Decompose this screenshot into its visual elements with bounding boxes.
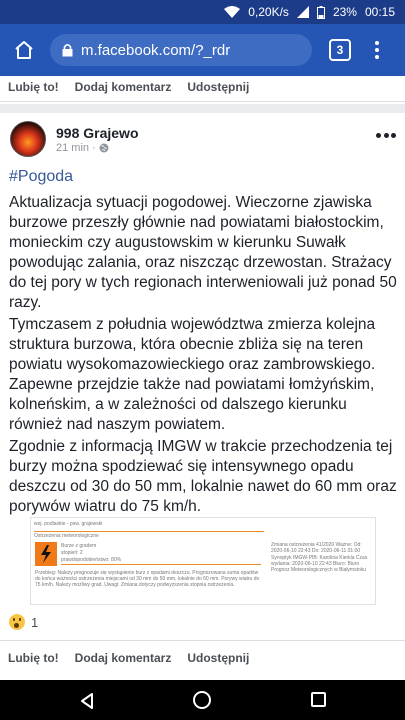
warning-region: woj. podlaskie - pow. grajewski — [34, 521, 103, 527]
comment-button[interactable]: Dodaj komentarz — [75, 80, 172, 94]
warning-body: Przebieg: Należy prognozuje się wystąpie… — [35, 570, 260, 588]
wow-icon — [9, 614, 25, 630]
post-paragraph-1: Aktualizacja sytuacji pogodowej. Wieczor… — [9, 194, 397, 311]
navigation-bar — [0, 680, 405, 720]
post-paragraph-3: Zgodnie z informacją IMGW w trakcie prze… — [9, 438, 397, 515]
battery-level: 23% — [332, 5, 357, 19]
warning-details: Zmiana ostrzeżenia 41/2020 Ważne: Od: 20… — [271, 542, 368, 574]
home-nav-icon[interactable] — [193, 691, 211, 709]
page-name[interactable]: 998 Grajewo — [56, 125, 139, 141]
network-speed: 0,20K/s — [248, 5, 289, 19]
recent-apps-icon[interactable] — [311, 692, 326, 707]
post-actions: Lubię to! Dodaj komentarz Udostępnij — [0, 640, 405, 674]
menu-icon[interactable] — [372, 38, 382, 62]
tab-switcher-button[interactable]: 3 — [329, 39, 351, 61]
reactions-summary[interactable]: 1 — [9, 614, 38, 630]
share-button[interactable]: Udostępnij — [187, 80, 249, 94]
like-button[interactable]: Lubię to! — [8, 651, 59, 665]
previous-post-actions: Lubię to! Dodaj komentarz Udostępnij — [0, 72, 405, 102]
address-bar[interactable]: m.facebook.com/?_rdr — [50, 34, 312, 66]
screen: 0,20K/s 23% 00:15 m.facebook.com/?_rdr 3… — [0, 0, 405, 720]
reaction-count: 1 — [31, 614, 39, 630]
post-time[interactable]: 21 min — [56, 142, 89, 154]
warning-header: Ostrzeżenia meteorologiczne — [34, 531, 264, 539]
hashtag-link[interactable]: #Pogoda — [9, 168, 73, 186]
storm-warning-icon — [35, 542, 57, 566]
home-button[interactable] — [12, 38, 36, 62]
battery-icon — [316, 5, 325, 19]
post-meta: 21 min · — [56, 142, 109, 154]
home-icon — [15, 41, 33, 59]
post-image[interactable]: woj. podlaskie - pow. grajewski Ostrzeże… — [30, 517, 376, 605]
comment-button[interactable]: Dodaj komentarz — [75, 651, 172, 665]
globe-icon — [99, 143, 109, 153]
url-text: m.facebook.com/?_rdr — [81, 41, 231, 59]
browser-toolbar: m.facebook.com/?_rdr 3 — [0, 24, 405, 76]
meta-separator: · — [92, 142, 96, 154]
page-avatar[interactable] — [10, 121, 46, 157]
more-icon[interactable] — [376, 133, 396, 139]
status-bar: 0,20K/s 23% 00:15 — [0, 0, 405, 24]
signal-icon — [296, 6, 309, 18]
share-button[interactable]: Udostępnij — [187, 651, 249, 665]
clock: 00:15 — [364, 5, 395, 19]
post-paragraph-2: Tymczasem z południa województwa zmierza… — [9, 316, 376, 433]
warning-probability: prawdopodobieństwo: 80% — [61, 557, 261, 565]
lock-icon — [62, 43, 73, 57]
warning-title: Burze z gradem stopień: 2 — [61, 543, 96, 557]
wifi-icon — [224, 6, 241, 18]
feed-divider — [0, 104, 405, 113]
warning-title-line1: Burze z gradem — [61, 543, 97, 549]
back-icon[interactable] — [80, 693, 94, 709]
like-button[interactable]: Lubię to! — [8, 80, 59, 94]
tab-count: 3 — [336, 43, 344, 57]
warning-title-line2: stopień: 2 — [61, 550, 83, 556]
